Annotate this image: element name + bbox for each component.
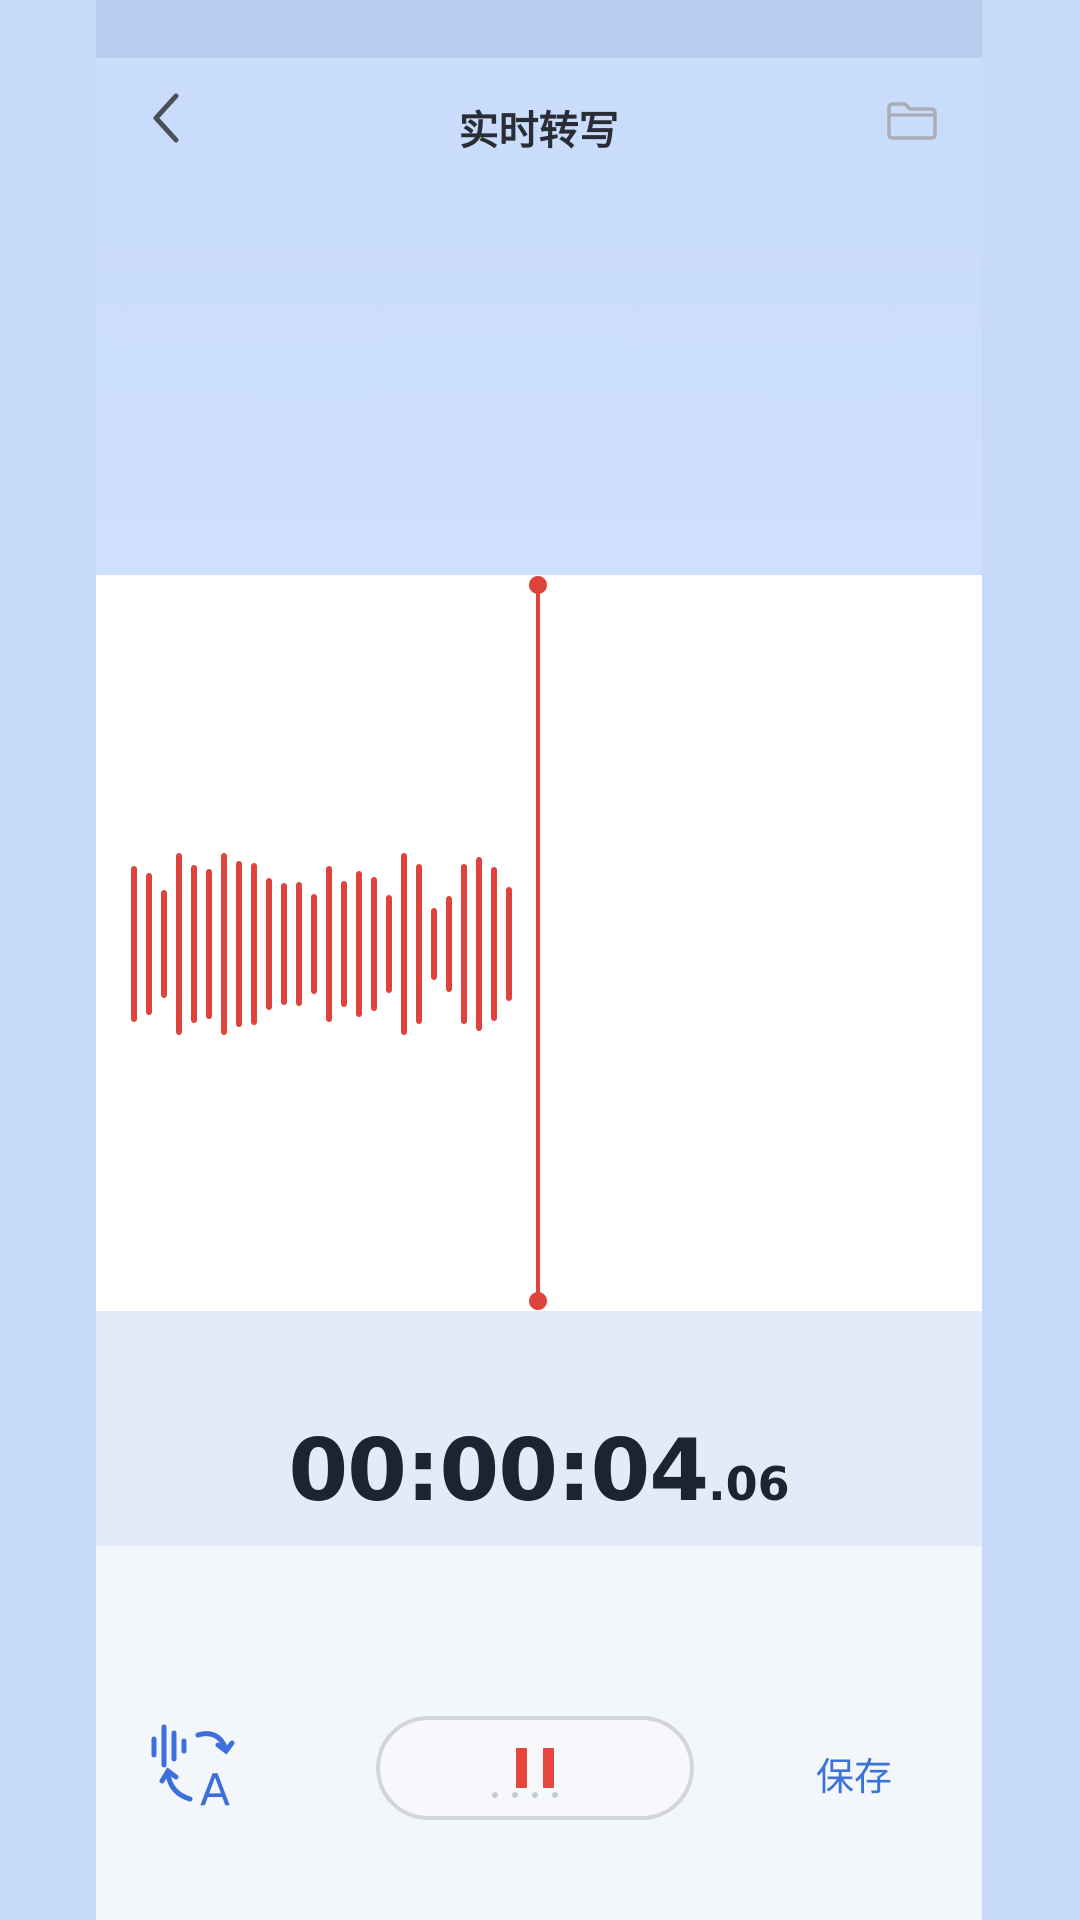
transcript-area bbox=[96, 208, 982, 575]
elapsed-time-fraction: .06 bbox=[708, 1457, 790, 1511]
folder-icon bbox=[887, 102, 937, 140]
voice-to-text-icon: A bbox=[151, 1724, 235, 1816]
pause-button[interactable] bbox=[376, 1716, 694, 1820]
control-bar: A 保存 bbox=[96, 1546, 982, 1920]
waveform-panel bbox=[96, 575, 982, 1311]
playhead-top-handle[interactable] bbox=[529, 576, 547, 594]
playhead-bottom-handle[interactable] bbox=[529, 1292, 547, 1310]
pause-icon-bar bbox=[543, 1748, 554, 1788]
elapsed-time-main: 00:00:04 bbox=[288, 1421, 709, 1521]
app-screen: 实时转写 00:00:04.06 A 保存 bbox=[96, 0, 982, 1920]
status-bar bbox=[96, 0, 982, 58]
pause-icon bbox=[508, 1748, 562, 1788]
folder-button[interactable] bbox=[882, 96, 942, 146]
elapsed-time: 00:00:04.06 bbox=[96, 1421, 982, 1521]
waveform bbox=[131, 576, 547, 1310]
header: 实时转写 bbox=[96, 58, 982, 208]
save-button[interactable]: 保存 bbox=[816, 1746, 892, 1801]
transcribe-button[interactable]: A bbox=[146, 1721, 246, 1816]
svg-text:A: A bbox=[200, 1765, 230, 1811]
page-title: 实时转写 bbox=[459, 108, 619, 154]
timer-panel: 00:00:04.06 bbox=[96, 1311, 982, 1546]
page-indicator-dots bbox=[492, 1792, 558, 1798]
pause-icon-bar bbox=[516, 1748, 527, 1788]
